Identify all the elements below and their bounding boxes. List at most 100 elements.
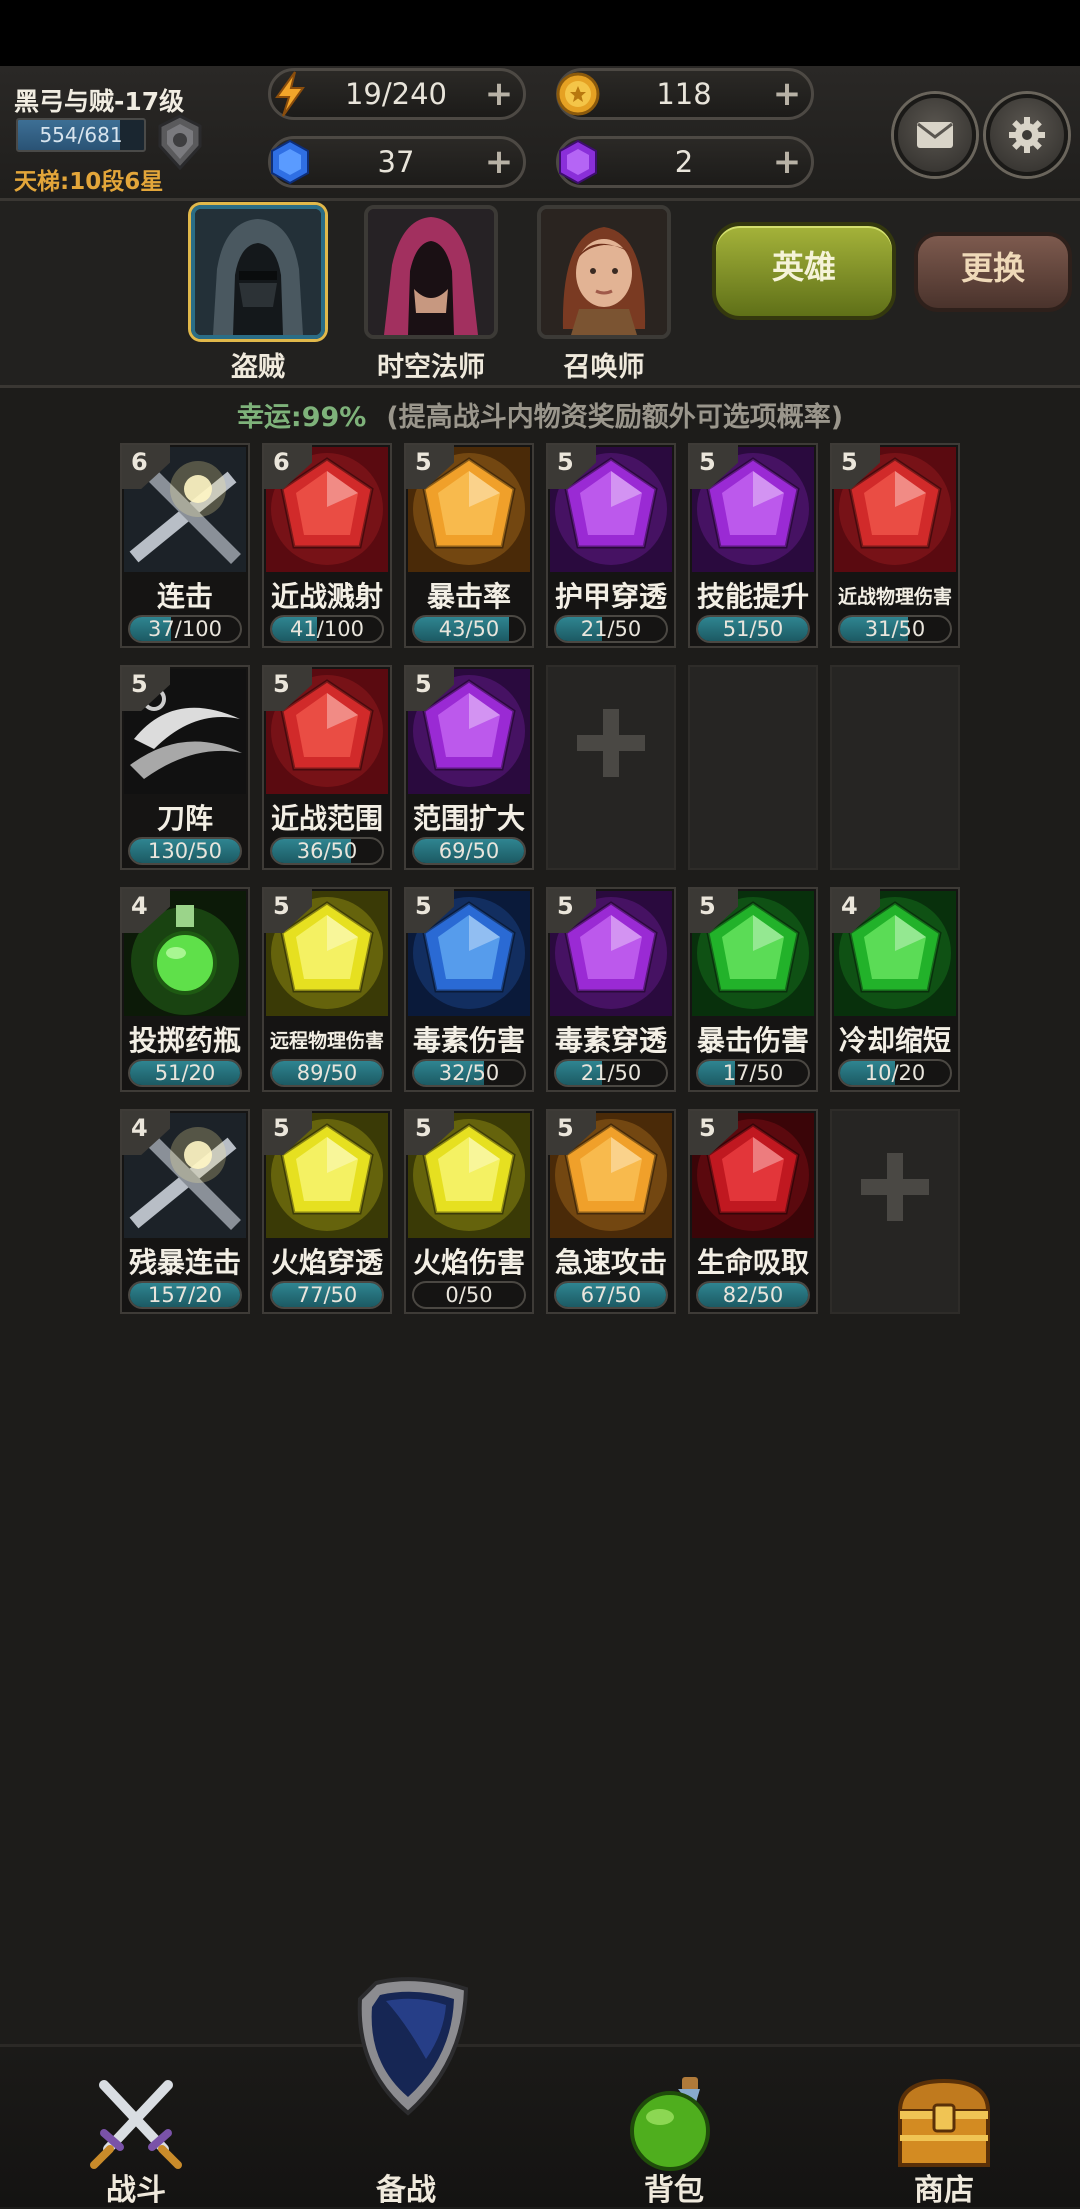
nav-battle[interactable]: 战斗 bbox=[36, 2047, 236, 2208]
gem-progress-text: 21/50 bbox=[580, 1061, 642, 1085]
gem-slot[interactable]: 5 近战范围 36/50 bbox=[262, 665, 392, 870]
hero-time-mage[interactable]: 时空法师 bbox=[364, 205, 498, 384]
hero-label: 时空法师 bbox=[377, 352, 485, 383]
gem-slot[interactable]: 6 近战溅射 41/100 bbox=[262, 443, 392, 648]
potion-icon bbox=[630, 2077, 710, 2171]
gem-slot[interactable]: 5 暴击伤害 17/50 bbox=[688, 887, 818, 1092]
gem-slot[interactable]: 5 技能提升 51/50 bbox=[688, 443, 818, 648]
gem-name: 近战范围 bbox=[270, 802, 383, 835]
gold-coin-icon bbox=[556, 72, 600, 116]
empty-gem-slot[interactable] bbox=[830, 1109, 960, 1314]
xp-text: 554/681 bbox=[39, 123, 123, 147]
luck-info: 幸运:99% (提高战斗内物资奖励额外可选项概率) bbox=[0, 395, 1080, 434]
nav-prepare[interactable]: 备战 bbox=[306, 1977, 506, 2208]
gem-progress-text: 36/50 bbox=[296, 839, 358, 863]
hero-thief[interactable]: 盗贼 bbox=[191, 205, 325, 384]
gem-slot[interactable]: 5 急速攻击 67/50 bbox=[546, 1109, 676, 1314]
gem-progress: 89/50 bbox=[270, 1059, 384, 1087]
gem-slot[interactable]: 4 残暴连击 157/20 bbox=[120, 1109, 250, 1314]
gem-name: 火焰穿透 bbox=[270, 1246, 383, 1279]
gem-name: 刀阵 bbox=[156, 802, 213, 835]
hero-button[interactable]: 英雄 bbox=[712, 222, 896, 320]
gem-progress-text: 21/50 bbox=[580, 617, 642, 641]
gem-progress: 37/100 bbox=[128, 615, 242, 643]
gem-name: 投掷药瓶 bbox=[128, 1024, 241, 1057]
nav-label: 战斗 bbox=[106, 2173, 166, 2208]
add-blue-gem-button[interactable]: + bbox=[483, 145, 515, 179]
empty-gem-slot[interactable] bbox=[546, 665, 676, 870]
summoner-girl-icon bbox=[541, 209, 667, 335]
gem-progress: 31/50 bbox=[838, 615, 952, 643]
gem-progress: 69/50 bbox=[412, 837, 526, 865]
gem-progress: 157/20 bbox=[128, 1281, 242, 1309]
ladder-rank: 天梯:10段6星 bbox=[14, 169, 164, 195]
gem-progress: 36/50 bbox=[270, 837, 384, 865]
gem-name: 暴击率 bbox=[426, 580, 511, 613]
gem-progress: 51/50 bbox=[696, 615, 810, 643]
gem-slot[interactable]: 5 毒素穿透 21/50 bbox=[546, 887, 676, 1092]
gem-progress: 82/50 bbox=[696, 1281, 810, 1309]
gem-slot[interactable]: 5 火焰伤害 0/50 bbox=[404, 1109, 534, 1314]
gem-slot[interactable]: 5 毒素伤害 32/50 bbox=[404, 887, 534, 1092]
gem-progress: 51/20 bbox=[128, 1059, 242, 1087]
add-gold-button[interactable]: + bbox=[771, 77, 803, 111]
time-mage-portrait bbox=[364, 205, 498, 339]
purple-gem-icon bbox=[559, 139, 597, 185]
gem-name: 近战物理伤害 bbox=[837, 586, 952, 608]
gem-progress-text: 0/50 bbox=[445, 1283, 493, 1307]
gem-name: 护甲穿透 bbox=[554, 580, 667, 613]
gem-progress: 0/50 bbox=[412, 1281, 526, 1309]
gem-slot[interactable]: 5 刀阵 130/50 bbox=[120, 665, 250, 870]
add-energy-button[interactable]: + bbox=[483, 77, 515, 111]
hooded-thief-icon bbox=[195, 209, 321, 335]
gem-name: 范围扩大 bbox=[412, 802, 525, 835]
nav-label: 商店 bbox=[914, 2173, 974, 2208]
xp-bar: 554/681 bbox=[16, 118, 146, 152]
gem-name: 毒素伤害 bbox=[412, 1024, 525, 1057]
gem-progress: 77/50 bbox=[270, 1281, 384, 1309]
gem-name: 生命吸取 bbox=[696, 1246, 809, 1279]
gem-slot[interactable]: 5 火焰穿透 77/50 bbox=[262, 1109, 392, 1314]
gem-slot[interactable]: 4 投掷药瓶 51/20 bbox=[120, 887, 250, 1092]
treasure-chest-icon bbox=[897, 2078, 991, 2167]
mail-icon bbox=[917, 122, 953, 148]
add-gem-icon bbox=[577, 709, 645, 777]
gem-progress-text: 37/100 bbox=[148, 617, 222, 641]
nav-label: 备战 bbox=[376, 2173, 436, 2208]
nav-backpack[interactable]: 背包 bbox=[574, 2047, 774, 2208]
gem-slot[interactable]: 5 近战物理伤害 31/50 bbox=[830, 443, 960, 648]
gem-progress-text: 41/100 bbox=[290, 617, 364, 641]
gem-slot[interactable]: 5 生命吸取 82/50 bbox=[688, 1109, 818, 1314]
add-purple-gem-button[interactable]: + bbox=[771, 145, 803, 179]
nav-shop[interactable]: 商店 bbox=[844, 2047, 1044, 2208]
gem-name: 残暴连击 bbox=[128, 1246, 241, 1279]
purple-gem-resource: 2 + bbox=[556, 136, 814, 188]
nav-label: 背包 bbox=[644, 2173, 704, 2208]
mail-button[interactable] bbox=[894, 94, 976, 176]
gem-slot[interactable]: 6 连击 37/100 bbox=[120, 443, 250, 648]
empty-gem-slot[interactable] bbox=[688, 665, 818, 870]
gem-progress-text: 77/50 bbox=[296, 1283, 358, 1307]
gem-progress: 130/50 bbox=[128, 837, 242, 865]
change-button[interactable]: 更换 bbox=[914, 232, 1072, 312]
gem-slot[interactable]: 5 暴击率 43/50 bbox=[404, 443, 534, 648]
gem-progress-text: 32/50 bbox=[438, 1061, 500, 1085]
gem-name: 技能提升 bbox=[696, 580, 809, 613]
settings-button[interactable] bbox=[986, 94, 1068, 176]
gem-progress-text: 10/20 bbox=[864, 1061, 926, 1085]
blue-gem-icon bbox=[271, 139, 309, 185]
hero-summoner[interactable]: 召唤师 bbox=[537, 205, 671, 384]
gem-slot[interactable]: 5 范围扩大 69/50 bbox=[404, 665, 534, 870]
gem-slot[interactable]: 4 冷却缩短 10/20 bbox=[830, 887, 960, 1092]
gem-slot[interactable]: 5 护甲穿透 21/50 bbox=[546, 443, 676, 648]
gem-progress: 10/20 bbox=[838, 1059, 952, 1087]
shield-icon bbox=[357, 1977, 469, 2116]
lightning-icon bbox=[275, 71, 305, 117]
gem-progress: 32/50 bbox=[412, 1059, 526, 1087]
gem-progress-text: 43/50 bbox=[438, 617, 500, 641]
gem-slot[interactable]: 5 远程物理伤害 89/50 bbox=[262, 887, 392, 1092]
gem-name: 毒素穿透 bbox=[554, 1024, 667, 1057]
empty-gem-slot[interactable] bbox=[830, 665, 960, 870]
gem-progress-text: 51/50 bbox=[722, 617, 784, 641]
status-bar bbox=[0, 0, 1080, 66]
